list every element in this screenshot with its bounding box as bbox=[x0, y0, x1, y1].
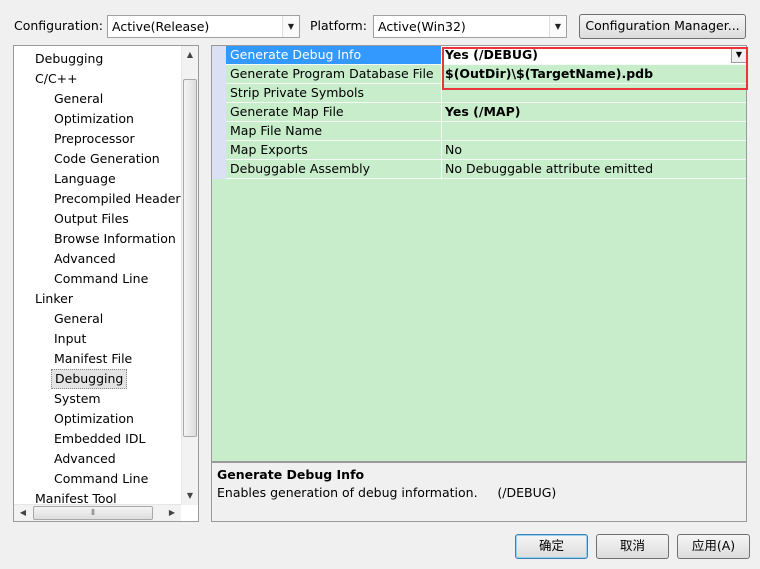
property-value[interactable] bbox=[442, 84, 746, 103]
configuration-dropdown[interactable]: Active(Release) ▼ bbox=[107, 15, 300, 38]
property-tree[interactable]: Debugging C/C++ General Optimization Preproc… bbox=[13, 45, 199, 522]
property-value-text: No bbox=[445, 142, 462, 157]
tree-item[interactable]: Manifest File bbox=[54, 349, 132, 369]
tree-item[interactable]: Input bbox=[54, 329, 86, 349]
property-value-text: Yes (/DEBUG) bbox=[445, 47, 539, 62]
row-gutter bbox=[212, 160, 226, 179]
platform-dropdown[interactable]: Active(Win32) ▼ bbox=[373, 15, 567, 38]
tree-horizontal-scrollbar[interactable]: ◀ ⦀ ▶ bbox=[14, 504, 181, 521]
property-row[interactable]: Map Exports No bbox=[212, 141, 746, 160]
tree-item[interactable]: Output Files bbox=[54, 209, 129, 229]
property-value-text: No Debuggable attribute emitted bbox=[445, 161, 654, 176]
scroll-down-icon[interactable]: ▼ bbox=[182, 488, 198, 504]
tree-item[interactable]: General bbox=[54, 89, 103, 109]
vertical-scroll-thumb[interactable] bbox=[183, 79, 197, 437]
tree-item[interactable]: Command Line bbox=[54, 269, 148, 289]
ok-button[interactable]: 确定 bbox=[515, 534, 588, 559]
scroll-right-icon[interactable]: ▶ bbox=[164, 505, 180, 521]
tree-item[interactable]: Linker bbox=[35, 289, 73, 309]
tree-item[interactable]: Preprocessor bbox=[54, 129, 135, 149]
property-value[interactable]: No bbox=[442, 141, 746, 160]
configuration-manager-button[interactable]: Configuration Manager... bbox=[579, 14, 746, 39]
property-row[interactable]: Map File Name bbox=[212, 122, 746, 141]
tree-item[interactable]: System bbox=[54, 389, 101, 409]
row-gutter bbox=[212, 141, 226, 160]
chevron-down-icon[interactable]: ▼ bbox=[731, 47, 746, 63]
row-gutter bbox=[212, 84, 226, 103]
property-value[interactable]: $(OutDir)\$(TargetName).pdb bbox=[442, 65, 746, 84]
property-value-text: Yes (/MAP) bbox=[445, 104, 521, 119]
tree-item[interactable]: Code Generation bbox=[54, 149, 160, 169]
row-gutter bbox=[212, 65, 226, 84]
property-row[interactable]: Debuggable Assembly No Debuggable attribu… bbox=[212, 160, 746, 179]
property-row[interactable]: Generate Map File Yes (/MAP) bbox=[212, 103, 746, 122]
configuration-value: Active(Release) bbox=[112, 19, 210, 34]
platform-value: Active(Win32) bbox=[378, 19, 466, 34]
property-value-text: $(OutDir)\$(TargetName).pdb bbox=[445, 66, 654, 81]
chevron-down-icon: ▼ bbox=[549, 16, 566, 37]
horizontal-scroll-thumb[interactable]: ⦀ bbox=[33, 506, 153, 520]
tree-item[interactable]: Debugging bbox=[51, 369, 128, 389]
property-grid[interactable]: Generate Debug Info Yes (/DEBUG) ▼ Generate… bbox=[211, 45, 747, 462]
tree-item[interactable]: Advanced bbox=[54, 449, 116, 469]
tree-item[interactable]: General bbox=[54, 309, 103, 329]
tree-item[interactable]: Embedded IDL bbox=[54, 429, 145, 449]
description-title: Generate Debug Info bbox=[217, 467, 365, 482]
property-row[interactable]: Generate Program Database File $(OutDir)\… bbox=[212, 65, 746, 84]
property-value[interactable]: Yes (/DEBUG) ▼ bbox=[442, 46, 746, 65]
property-name[interactable]: Map Exports bbox=[226, 141, 442, 160]
row-gutter bbox=[212, 103, 226, 122]
scroll-left-icon[interactable]: ◀ bbox=[15, 505, 31, 521]
property-value[interactable] bbox=[442, 122, 746, 141]
property-name[interactable]: Strip Private Symbols bbox=[226, 84, 442, 103]
property-name[interactable]: Debuggable Assembly bbox=[226, 160, 442, 179]
property-name[interactable]: Generate Program Database File bbox=[226, 65, 442, 84]
row-gutter bbox=[212, 46, 226, 65]
tree-item[interactable]: Advanced bbox=[54, 249, 116, 269]
configuration-label: Configuration: bbox=[14, 18, 103, 33]
property-value[interactable]: No Debuggable attribute emitted bbox=[442, 160, 746, 179]
property-name[interactable]: Generate Debug Info bbox=[226, 46, 442, 65]
tree-item[interactable]: Optimization bbox=[54, 109, 134, 129]
tree-item[interactable]: Language bbox=[54, 169, 116, 189]
scroll-up-icon[interactable]: ▲ bbox=[182, 47, 198, 63]
tree-item[interactable]: C/C++ bbox=[35, 69, 78, 89]
cancel-button[interactable]: 取消 bbox=[596, 534, 669, 559]
tree-item[interactable]: Command Line bbox=[54, 469, 148, 489]
platform-label: Platform: bbox=[310, 18, 367, 33]
tree-item[interactable]: Optimization bbox=[54, 409, 134, 429]
description-panel: Generate Debug Info Enables generation o… bbox=[211, 462, 747, 522]
property-row[interactable]: Strip Private Symbols bbox=[212, 84, 746, 103]
property-name[interactable]: Generate Map File bbox=[226, 103, 442, 122]
tree-item[interactable]: Debugging bbox=[35, 49, 103, 69]
tree-item[interactable]: Browse Information bbox=[54, 229, 176, 249]
apply-button[interactable]: 应用(A) bbox=[677, 534, 750, 559]
row-gutter bbox=[212, 122, 226, 141]
property-value[interactable]: Yes (/MAP) bbox=[442, 103, 746, 122]
property-row[interactable]: Generate Debug Info Yes (/DEBUG) ▼ bbox=[212, 46, 746, 65]
property-name[interactable]: Map File Name bbox=[226, 122, 442, 141]
description-body: Enables generation of debug information.… bbox=[217, 485, 557, 500]
tree-vertical-scrollbar[interactable]: ▲ ▼ bbox=[181, 46, 198, 505]
tree-item[interactable]: Precompiled Headers bbox=[54, 189, 187, 209]
chevron-down-icon: ▼ bbox=[282, 16, 299, 37]
